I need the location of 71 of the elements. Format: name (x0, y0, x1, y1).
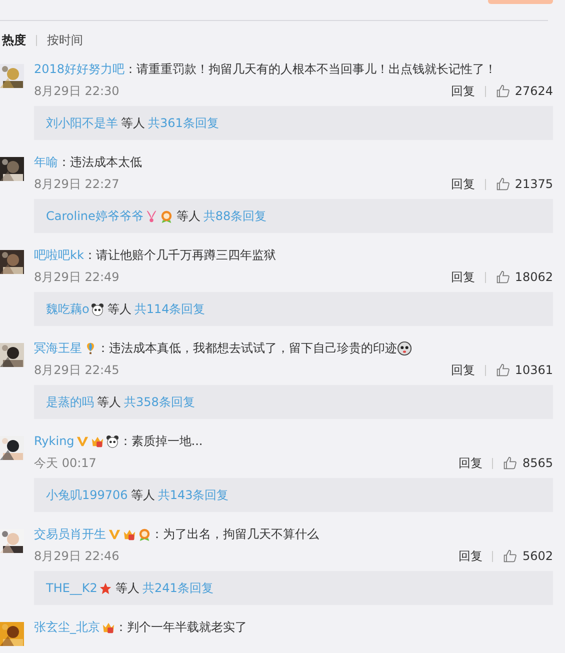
user-name[interactable]: Ryking (34, 434, 74, 448)
balloon-icon (84, 342, 97, 354)
reply-link[interactable]: 回复 (458, 454, 482, 472)
star-icon (99, 582, 112, 594)
verified-badge-icon (76, 434, 90, 448)
comment-text: ：请让他赔个几千万再蹲三四年监狱 (84, 246, 276, 264)
like-icon[interactable] (496, 270, 510, 284)
medal-icon (138, 528, 151, 540)
user-name[interactable]: 2018好好努力吧 (34, 60, 125, 78)
comment-time: 8月29日 22:49 (34, 268, 120, 286)
like-icon[interactable] (503, 456, 518, 470)
reply-user-name[interactable]: 刘小阳不是羊 (46, 114, 118, 132)
like-icon[interactable] (496, 84, 510, 98)
comment-text: ：违法成本太低 (58, 154, 142, 170)
comment-time: 8月29日 22:30 (34, 82, 120, 100)
like-count: 21375 (514, 177, 553, 191)
reply-count-link[interactable]: 共358条回复 (124, 394, 195, 410)
like-icon[interactable] (496, 177, 510, 191)
reply-link[interactable]: 回复 (458, 548, 482, 564)
comment-text: ：判个一年半载就老实了 (115, 618, 247, 636)
user-name[interactable]: 吧啦吧kk (34, 246, 84, 264)
reply-link[interactable]: 回复 (450, 362, 475, 378)
reply-others-text: 等人 (176, 208, 200, 224)
user-name[interactable]: 年喻 (34, 154, 58, 170)
like-count: 18062 (514, 270, 553, 284)
comment-time: 8月29日 22:27 (34, 176, 120, 192)
sort-tab[interactable]: 热度 (2, 32, 26, 49)
like-count: 5602 (522, 549, 553, 563)
panda-icon (91, 302, 104, 316)
user-name[interactable]: 交易员肖开生 (34, 526, 106, 542)
reply-user-name[interactable]: THE__K2 (46, 581, 98, 595)
comment-text: ：素质掉一地... (119, 432, 203, 450)
medal-icon (160, 210, 174, 222)
comment-text: ：为了出名，拘留几天不算什么 (151, 526, 319, 542)
reply-others-text: 等人 (107, 300, 132, 318)
verified-badge-icon (108, 528, 121, 540)
comment-time: 今天 00:17 (34, 454, 96, 472)
bunny-ears-icon (145, 210, 158, 222)
reply-count-link[interactable]: 共241条回复 (142, 580, 214, 596)
like-count: 27624 (514, 84, 553, 98)
crown-icon (102, 620, 115, 634)
reply-link[interactable]: 回复 (450, 268, 475, 286)
reply-others-text: 等人 (130, 486, 155, 504)
reply-count-link[interactable]: 共88条回复 (203, 208, 267, 224)
reply-link[interactable]: 回复 (450, 82, 475, 100)
comment-text: ：请重重罚款！拘留几天有的人根本不当回事儿！出点钱就长记性了！ (124, 60, 497, 78)
reply-count-link[interactable]: 共143条回复 (158, 486, 229, 504)
sort-tab[interactable]: 按时间 (47, 32, 83, 49)
panda-icon (106, 434, 120, 448)
reply-user-name[interactable]: 魏吃藕o (46, 300, 90, 318)
like-count: 10361 (514, 363, 553, 377)
reply-link[interactable]: 回复 (450, 176, 475, 192)
like-count: 8565 (522, 456, 553, 470)
reply-others-text: 等人 (115, 580, 140, 596)
like-icon[interactable] (503, 549, 518, 563)
crown-icon (123, 528, 136, 540)
user-name[interactable]: 冥海王星 (34, 340, 82, 356)
reply-others-text: 等人 (97, 394, 121, 410)
reply-count-link[interactable]: 共361条回复 (148, 114, 219, 132)
comment-time: 8月29日 22:45 (34, 362, 120, 378)
face-emoji-icon (397, 340, 412, 356)
reply-user-name[interactable]: 小兔叽199706 (46, 486, 128, 504)
reply-others-text: 等人 (121, 114, 145, 132)
reply-user-name[interactable]: 是蒸的吗 (46, 394, 94, 410)
comment-text: ：违法成本真低，我都想去试试了，留下自己珍贵的印迹 (97, 340, 397, 356)
reply-user-name[interactable]: Caroline婷爷爷爷 (46, 208, 144, 224)
user-name[interactable]: 张玄尘_北京 (34, 618, 100, 636)
comment-time: 8月29日 22:46 (34, 548, 120, 564)
like-icon[interactable] (496, 363, 510, 377)
reply-count-link[interactable]: 共114条回复 (134, 300, 206, 318)
crown-icon (91, 434, 104, 448)
